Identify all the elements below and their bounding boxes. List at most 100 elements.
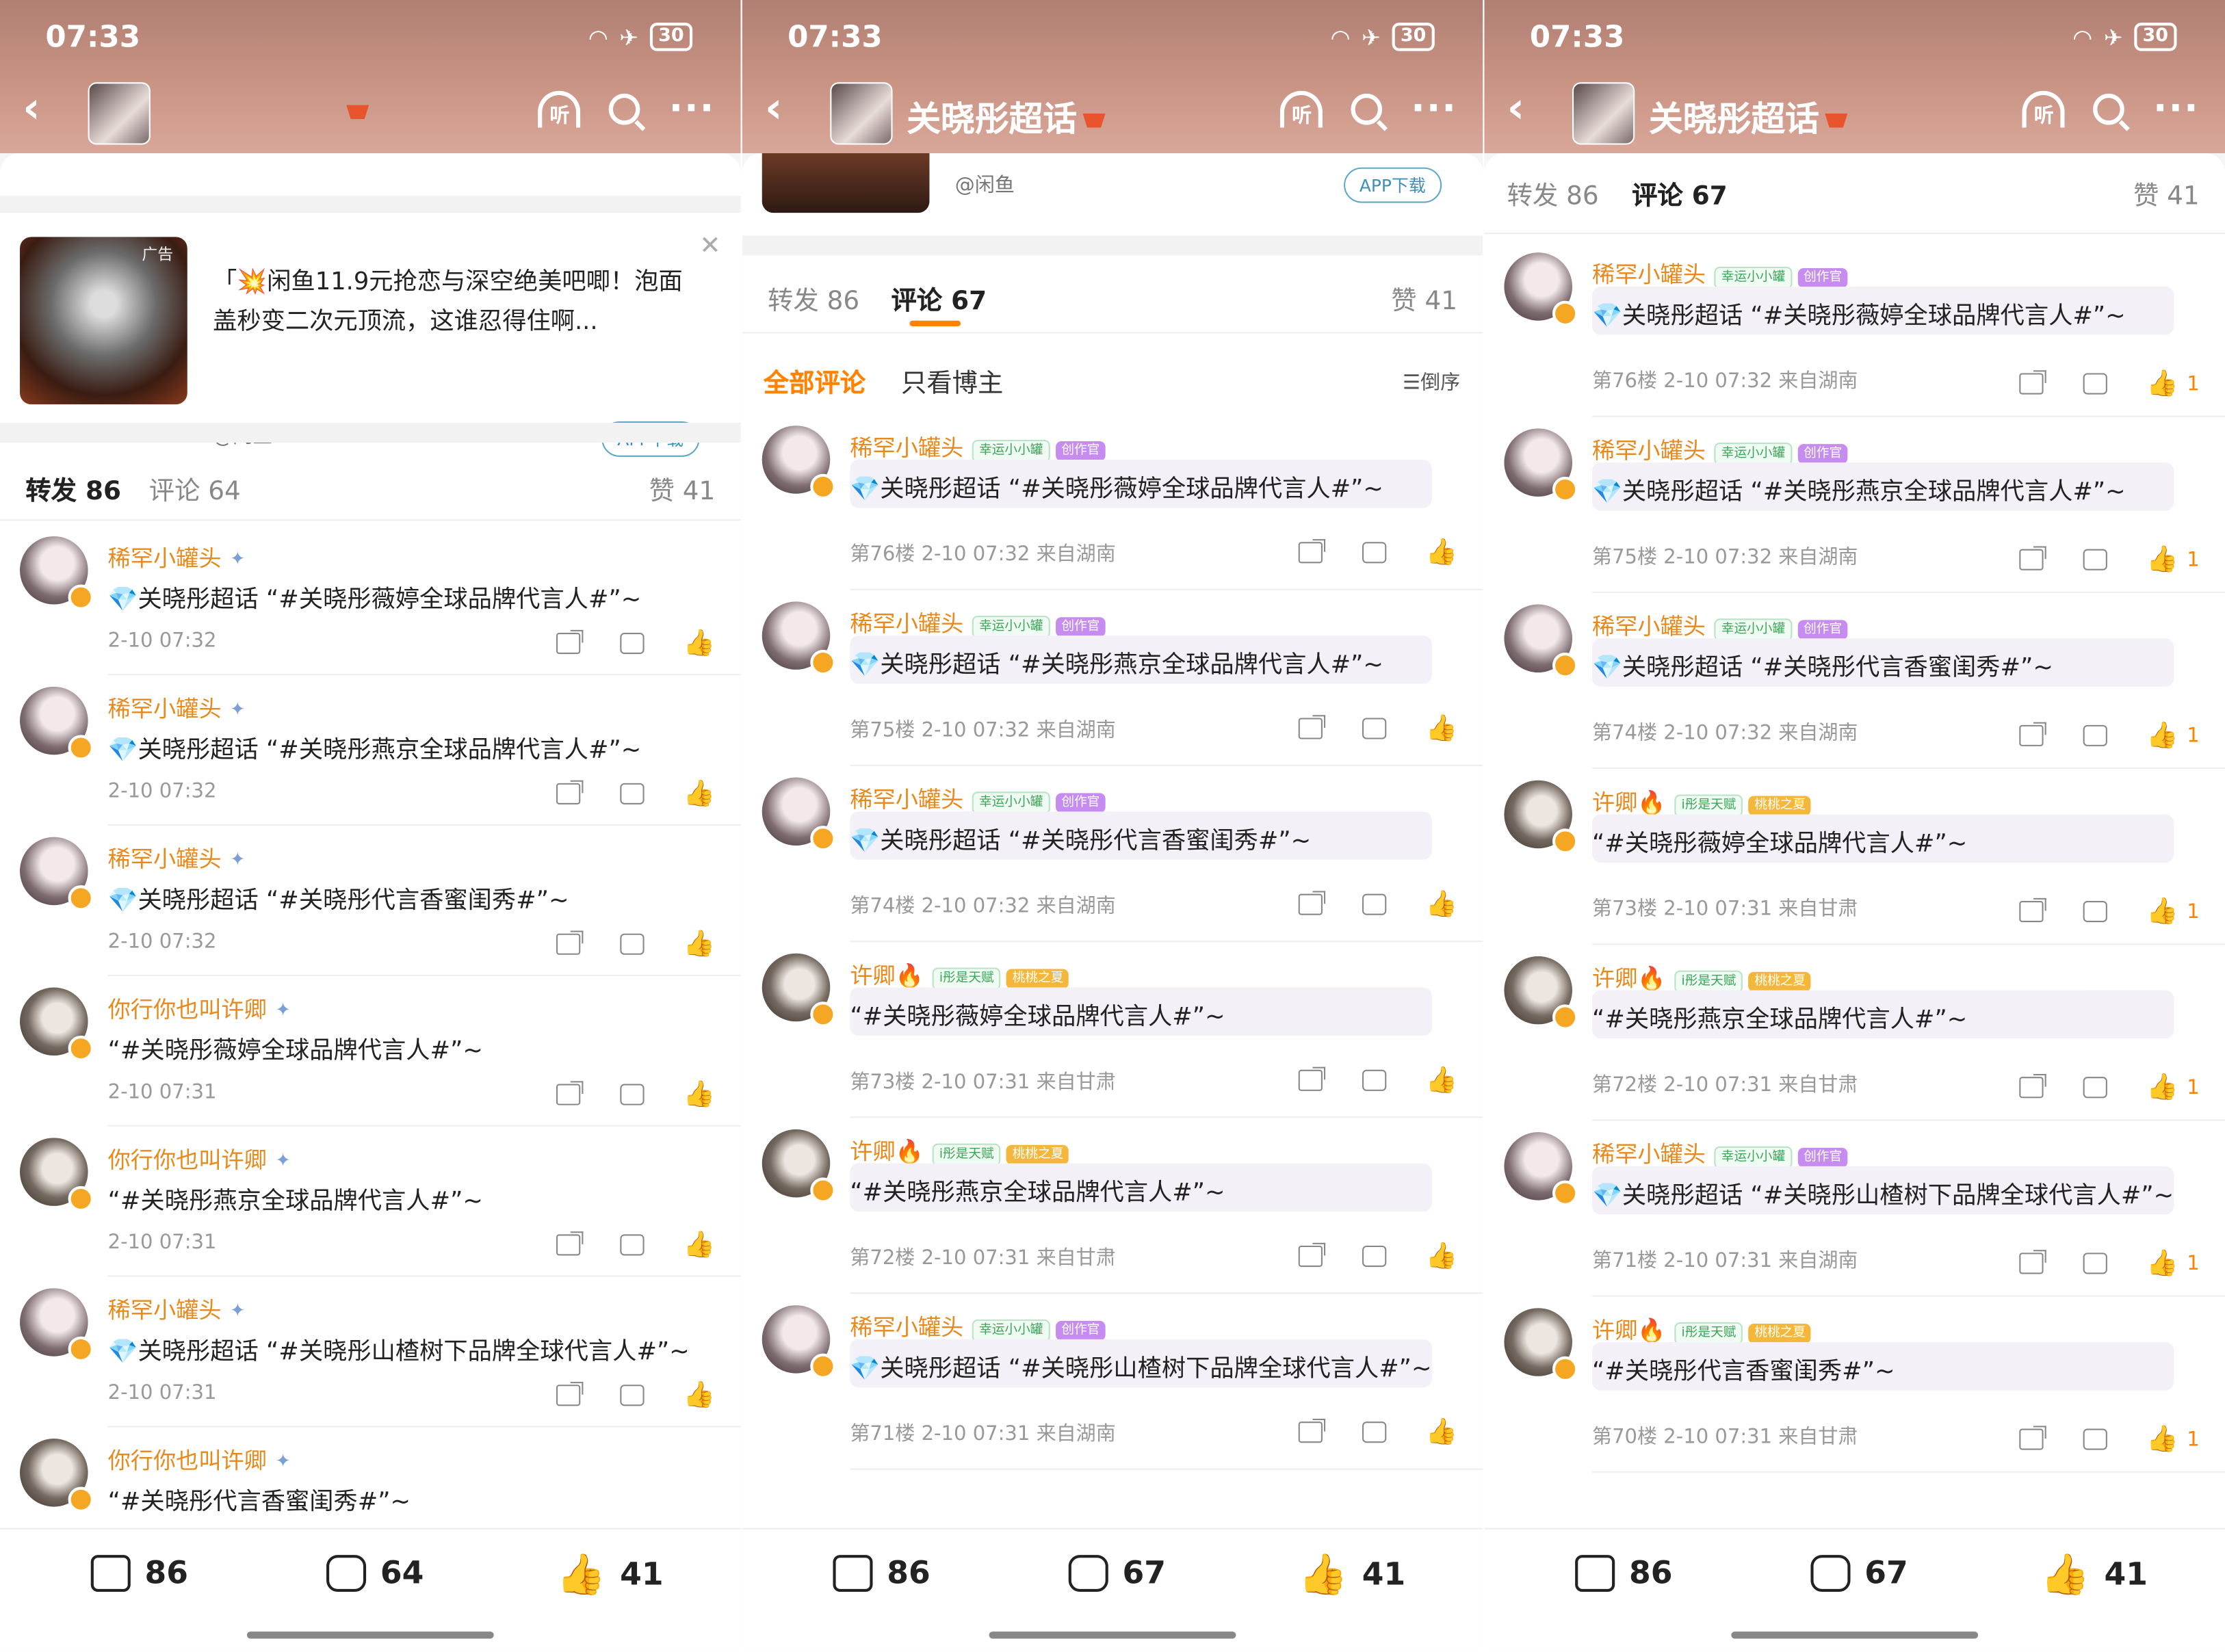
like-icon[interactable]: 👍: [1425, 1068, 1457, 1093]
username[interactable]: 稀罕小罐头 ✦: [108, 539, 246, 573]
share-icon[interactable]: [1297, 539, 1325, 564]
ad-card[interactable]: @闲鱼 APP下载: [742, 153, 1483, 236]
like-button[interactable]: 👍 1: [2146, 1248, 2199, 1279]
repost-button[interactable]: 86: [833, 1555, 931, 1592]
username-text[interactable]: 许卿🔥: [1592, 1317, 1666, 1343]
like-button[interactable]: 👍 1: [2146, 545, 2199, 575]
share-icon[interactable]: [2018, 546, 2046, 571]
username[interactable]: 稀罕小罐头 ✦: [108, 690, 246, 724]
search-icon[interactable]: [1351, 93, 1383, 125]
list-item[interactable]: 稀罕小罐头 幸运小小罐 创作官 💎关晓彤超话 “#关晓彤代言香蜜闺秀#”~ 第74楼 2…: [1484, 593, 2225, 770]
back-arrow-icon[interactable]: ‹: [23, 88, 40, 131]
tab-comment[interactable]: 评论 67: [891, 281, 987, 318]
back-arrow-icon[interactable]: ‹: [765, 88, 783, 131]
username[interactable]: 稀罕小罐头 幸运小小罐 创作官: [1592, 431, 1853, 465]
username[interactable]: 稀罕小罐头 幸运小小罐 创作官: [850, 428, 1111, 462]
username[interactable]: 许卿🔥 i彤是天赋 桃桃之夏: [1592, 959, 1817, 993]
list-item[interactable]: 你行你也叫许卿 ✦ “#关晓彤薇婷全球品牌代言人#”~ 2-10 07:31 👍: [0, 976, 741, 1127]
filter-all-comments[interactable]: 全部评论: [764, 363, 866, 400]
list-item[interactable]: 你行你也叫许卿 ✦ “#关晓彤代言香蜜闺秀#”~: [0, 1427, 741, 1529]
list-item[interactable]: 你行你也叫许卿 ✦ “#关晓彤燕京全球品牌代言人#”~ 2-10 07:31 👍: [0, 1127, 741, 1277]
list-item[interactable]: 许卿🔥 i彤是天赋 桃桃之夏 “#关晓彤薇婷全球品牌代言人#”~ 第73楼 2-10 0…: [742, 942, 1483, 1118]
tab-repost[interactable]: 转发 86: [25, 471, 121, 508]
comment-icon[interactable]: [1362, 718, 1386, 739]
tab-like[interactable]: 赞 41: [1391, 281, 1457, 318]
more-icon[interactable]: ···: [669, 91, 716, 128]
username-text[interactable]: 稀罕小罐头: [1592, 1140, 1706, 1167]
share-icon[interactable]: [1297, 891, 1325, 915]
page-title[interactable]: 关晓彤超话: [907, 91, 1106, 141]
comment-icon[interactable]: [619, 1234, 644, 1256]
username-text[interactable]: 稀罕小罐头: [108, 695, 222, 722]
username-text[interactable]: 稀罕小罐头: [1592, 613, 1706, 640]
tab-repost[interactable]: 转发 86: [1507, 176, 1599, 213]
username[interactable]: 稀罕小罐头 幸运小小罐 创作官: [850, 781, 1111, 815]
more-icon[interactable]: ···: [1411, 91, 1457, 128]
username[interactable]: 稀罕小罐头 幸运小小罐 创作官: [1592, 607, 1853, 642]
share-icon[interactable]: [556, 629, 583, 655]
share-icon[interactable]: [556, 930, 583, 955]
close-icon[interactable]: ✕: [699, 231, 720, 261]
username-text[interactable]: 稀罕小罐头: [1592, 437, 1706, 464]
listen-icon[interactable]: 听: [538, 90, 582, 128]
comment-icon[interactable]: [619, 1084, 644, 1105]
repost-button[interactable]: 86: [90, 1555, 188, 1592]
like-button[interactable]: 👍 1: [2146, 1424, 2199, 1454]
ad-card[interactable]: 广告 「💥闲鱼11.9元抢恋与深空绝美吧唧！泡面盖秒变二次元顶流，这谁忍得住啊.…: [0, 217, 741, 457]
share-icon[interactable]: [1297, 715, 1325, 739]
username-text[interactable]: 稀罕小罐头: [108, 545, 222, 571]
more-icon[interactable]: ···: [2153, 91, 2200, 128]
list-item[interactable]: 稀罕小罐头 幸运小小罐 创作官 💎关晓彤超话 “#关晓彤燕京全球品牌代言人#”~ 第75…: [742, 590, 1483, 766]
username-text[interactable]: 稀罕小罐头: [850, 610, 963, 637]
share-icon[interactable]: [2018, 1426, 2046, 1450]
list-item[interactable]: 稀罕小罐头 幸运小小罐 创作官 💎关晓彤超话 “#关晓彤燕京全球品牌代言人#”~ 第75…: [1484, 417, 2225, 593]
list-item[interactable]: 稀罕小罐头 幸运小小罐 创作官 💎关晓彤超话 “#关晓彤薇婷全球品牌代言人#”~ 第76…: [742, 415, 1483, 590]
username[interactable]: 许卿🔥 i彤是天赋 桃桃之夏: [1592, 1311, 1817, 1345]
comment-icon[interactable]: [2082, 724, 2107, 746]
ad-text[interactable]: 「💥闲鱼11.9元抢恋与深空绝美吧唧！泡面盖秒变二次元顶流，这谁忍得住啊...: [213, 263, 707, 342]
like-icon[interactable]: 👍: [684, 1232, 716, 1257]
username-text[interactable]: 你行你也叫许卿: [108, 1447, 267, 1473]
listen-icon[interactable]: 听: [2022, 90, 2066, 128]
comment-icon[interactable]: [1362, 1069, 1386, 1091]
like-button[interactable]: 👍 1: [2146, 369, 2199, 399]
comment-icon[interactable]: [2082, 1428, 2107, 1450]
comment-button[interactable]: 67: [1068, 1555, 1166, 1592]
list-item[interactable]: 稀罕小罐头 幸运小小罐 创作官 💎关晓彤超话 “#关晓彤薇婷全球品牌代言人#”~ 第76…: [1484, 241, 2225, 417]
share-icon[interactable]: [556, 1231, 583, 1256]
like-button[interactable]: 👍 1: [2146, 721, 2199, 751]
repost-button[interactable]: 86: [1575, 1555, 1672, 1592]
username[interactable]: 许卿🔥 i彤是天赋 桃桃之夏: [1592, 783, 1817, 817]
share-icon[interactable]: [2018, 722, 2046, 746]
page-title[interactable]: 关晓彤超话: [1649, 91, 1848, 141]
comment-button[interactable]: 64: [326, 1555, 424, 1592]
listen-icon[interactable]: 听: [1280, 90, 1323, 128]
tab-comment[interactable]: 评论 67: [1632, 176, 1728, 213]
topic-avatar[interactable]: [88, 82, 151, 145]
username[interactable]: 你行你也叫许卿 ✦: [108, 1441, 291, 1476]
like-button[interactable]: 👍 41: [1299, 1554, 1406, 1595]
username[interactable]: 你行你也叫许卿 ✦: [108, 991, 291, 1025]
comment-icon[interactable]: [1362, 542, 1386, 564]
list-item[interactable]: 稀罕小罐头 幸运小小罐 创作官 💎关晓彤超话 “#关晓彤代言香蜜闺秀#”~ 第74楼 2…: [742, 766, 1483, 943]
username-text[interactable]: 稀罕小罐头: [850, 786, 963, 813]
username-text[interactable]: 稀罕小罐头: [850, 434, 963, 461]
comment-icon[interactable]: [2082, 549, 2107, 571]
username-text[interactable]: 稀罕小罐头: [850, 1314, 963, 1341]
share-icon[interactable]: [1297, 1242, 1325, 1268]
like-button[interactable]: 👍 1: [2146, 1073, 2199, 1103]
list-item[interactable]: 许卿🔥 i彤是天赋 桃桃之夏 “#关晓彤燕京全球品牌代言人#”~ 第72楼 2-10 0…: [1484, 945, 2225, 1121]
tab-comment[interactable]: 评论 64: [149, 471, 241, 508]
like-button[interactable]: 👍 1: [2146, 897, 2199, 927]
username-text[interactable]: 稀罕小罐头: [108, 1297, 222, 1324]
share-icon[interactable]: [2018, 897, 2046, 923]
like-icon[interactable]: 👍: [684, 781, 716, 807]
list-item[interactable]: 稀罕小罐头 ✦ 💎关晓彤超话 “#关晓彤薇婷全球品牌代言人#”~ 2-10 07:32…: [0, 525, 741, 676]
list-item[interactable]: 稀罕小罐头 ✦ 💎关晓彤超话 “#关晓彤代言香蜜闺秀#”~ 2-10 07:32 👍: [0, 826, 741, 976]
app-download-button[interactable]: APP下载: [1344, 167, 1442, 203]
filter-host-only[interactable]: 只看博主: [901, 363, 1003, 400]
like-icon[interactable]: 👍: [1425, 1419, 1457, 1445]
username[interactable]: 稀罕小罐头 幸运小小罐 创作官: [850, 605, 1111, 639]
list-item[interactable]: 稀罕小罐头 幸运小小罐 创作官 💎关晓彤超话 “#关晓彤山楂树下品牌全球代言人#”~ 第…: [742, 1294, 1483, 1470]
search-icon[interactable]: [2093, 93, 2125, 125]
